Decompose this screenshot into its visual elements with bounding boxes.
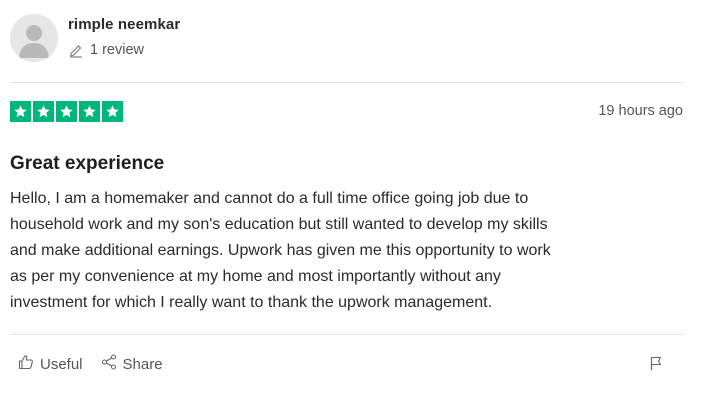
review-body-line: household work and my son's education bu…: [10, 216, 548, 233]
thumbs-up-icon: [18, 354, 34, 374]
default-user-avatar-icon: [10, 14, 58, 62]
review-body-line: Hello, I am a homemaker and cannot do a …: [10, 190, 529, 207]
share-button[interactable]: Share: [101, 354, 163, 374]
avatar[interactable]: [10, 14, 58, 62]
star-icon: [79, 101, 100, 122]
footer-divider: [10, 334, 684, 335]
star-icon: [102, 101, 123, 122]
pencil-icon: [68, 42, 84, 58]
review-body-line: as per my convenience at my home and mos…: [10, 268, 501, 285]
share-label: Share: [122, 355, 163, 373]
review-count-label: 1 review: [90, 42, 144, 58]
useful-label: Useful: [40, 355, 83, 373]
review-date: 19 hours ago: [598, 103, 683, 119]
report-button[interactable]: [648, 355, 664, 376]
review-body: Hello, I am a homemaker and cannot do a …: [10, 186, 700, 316]
useful-button[interactable]: Useful: [18, 354, 83, 374]
star-icon: [33, 101, 54, 122]
star-icon: [56, 101, 77, 122]
star-icon: [10, 101, 31, 122]
review-card: rimple neemkar 1 review 19 hours ago Gre…: [0, 0, 726, 402]
share-icon: [101, 354, 117, 374]
review-title: Great experience: [10, 153, 165, 174]
review-actions: Useful Share: [18, 354, 163, 374]
review-count: 1 review: [68, 42, 144, 58]
review-body-line: and make additional earnings. Upwork has…: [10, 242, 551, 259]
star-rating: [10, 101, 123, 122]
review-body-line: investment for which I really want to th…: [10, 294, 493, 311]
flag-icon: [648, 356, 664, 375]
header-divider: [10, 82, 684, 83]
reviewer-name[interactable]: rimple neemkar: [68, 16, 180, 33]
